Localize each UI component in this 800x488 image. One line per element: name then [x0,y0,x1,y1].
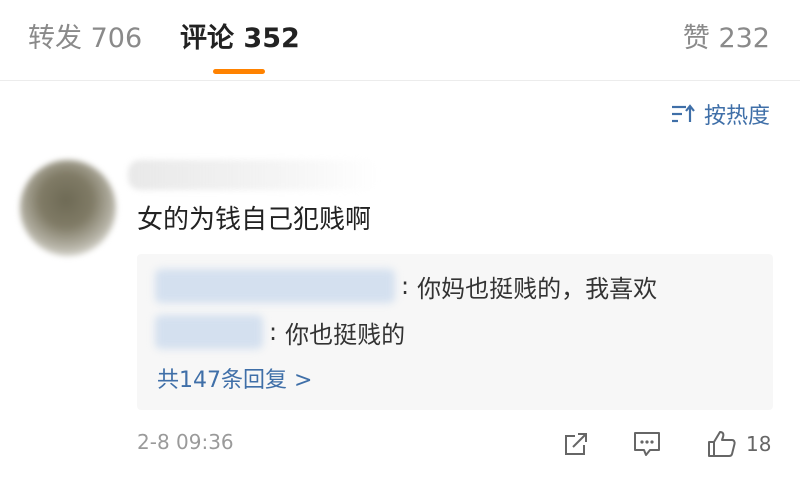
reply-username-blurred [155,269,395,303]
like-count: 18 [746,432,772,456]
comment-text: 女的为钱自己犯贱啊 [137,205,372,235]
tab-like-label: 赞 [682,23,710,54]
share-button[interactable] [562,426,590,462]
sort-label: 按热度 [703,104,770,129]
tab-comment-label: 评论 [180,23,234,54]
tab-like[interactable]: 赞 232 [683,22,770,56]
active-tab-indicator [213,69,265,74]
tab-bar: 转发 706 评论 352 赞 232 [0,0,800,81]
sort-icon [671,104,695,123]
tab-repost-label: 转发 [28,23,82,54]
like-button[interactable]: 18 [706,426,771,462]
tab-comment[interactable]: 评论 352 [180,22,300,56]
reply-item[interactable]: : 你妈也挺贱的，我喜欢 [155,266,657,306]
view-all-replies-link[interactable]: 共147条回复 > [157,362,312,394]
username-blurred[interactable] [128,160,378,190]
reply-username-blurred [155,315,263,349]
comment-timestamp: 2-8 09:36 [137,430,234,454]
reply-item[interactable]: : 你也挺贱的 [155,312,405,352]
tab-repost[interactable]: 转发 706 [28,22,142,56]
share-icon [565,433,587,455]
avatar[interactable] [20,160,116,256]
thumbs-up-icon [708,431,736,457]
reply-box[interactable]: : 你妈也挺贱的，我喜欢 : 你也挺贱的 共147条回复 > [137,254,773,410]
reply-text: 你妈也挺贱的，我喜欢 [417,274,658,303]
reply-button[interactable] [632,426,662,462]
sort-by-hot-button[interactable]: 按热度 [670,100,770,129]
reply-colon: : [401,272,410,300]
tab-like-count: 232 [718,23,770,54]
tab-comment-count: 352 [243,23,300,54]
tab-repost-count: 706 [90,23,143,54]
comment-icon [634,432,660,456]
reply-text: 你也挺贱的 [285,320,406,349]
reply-colon: : [269,318,278,346]
